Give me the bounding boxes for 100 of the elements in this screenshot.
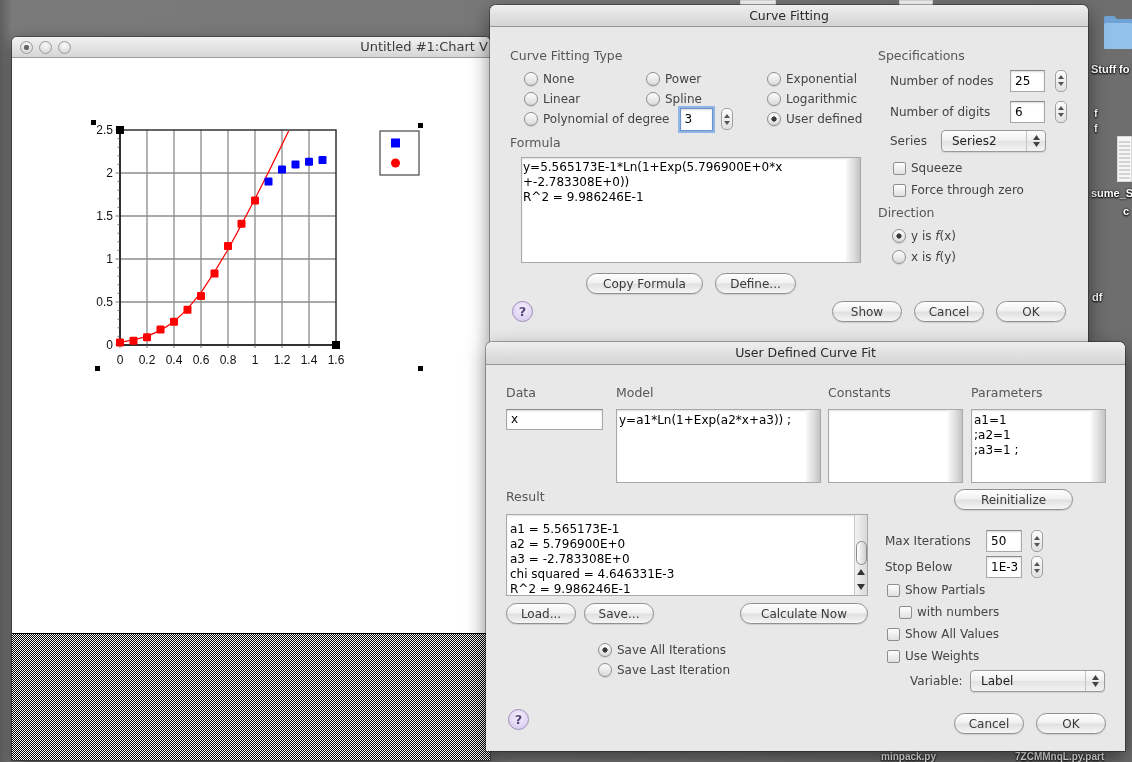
checkbox-label[interactable]: with numbers: [917, 604, 1000, 620]
radio-button[interactable]: [767, 112, 781, 126]
radio-button[interactable]: [524, 92, 538, 106]
checkbox[interactable]: [887, 583, 900, 597]
radio-button[interactable]: [767, 72, 781, 86]
checkbox-label[interactable]: Show All Values: [905, 626, 1000, 642]
help-button[interactable]: ?: [508, 709, 529, 730]
formula-field[interactable]: y=5.565173E-1*Ln(1+Exp(5.796900E+0*x +-2.783308E+0)) R^2 = 9.986246E-1: [521, 157, 861, 263]
radio-label[interactable]: Polynomial of degree: [543, 111, 670, 127]
radio-button[interactable]: [767, 92, 781, 106]
scrollbar[interactable]: [806, 410, 820, 482]
series-dropdown[interactable]: Series2: [941, 129, 1046, 152]
radio-label[interactable]: Save All Iterations: [617, 642, 727, 658]
radio-label[interactable]: Save Last Iteration: [617, 662, 730, 678]
radio-button[interactable]: [892, 250, 906, 264]
radio-button[interactable]: [524, 72, 538, 86]
handle-icon[interactable]: [332, 341, 340, 349]
number-field[interactable]: 25: [1010, 69, 1045, 92]
checkbox[interactable]: [893, 161, 906, 175]
stepper[interactable]: [1055, 69, 1067, 92]
radio-button[interactable]: [892, 229, 906, 243]
up-arrow-icon[interactable]: [723, 113, 730, 118]
file-label[interactable]: sume_S: [1091, 187, 1132, 200]
number-field[interactable]: 6: [1010, 100, 1045, 123]
down-arrow-icon[interactable]: [1058, 82, 1064, 86]
radio-button[interactable]: [646, 72, 660, 86]
down-arrow-icon[interactable]: [1034, 542, 1040, 547]
cancel-button[interactable]: Cancel: [954, 713, 1024, 734]
radio-button[interactable]: [598, 643, 612, 657]
down-arrow-icon[interactable]: [1034, 568, 1040, 573]
up-arrow-icon[interactable]: [1034, 535, 1040, 540]
help-button[interactable]: ?: [512, 301, 533, 322]
stepper[interactable]: [720, 108, 733, 130]
scroll-up-icon[interactable]: [857, 569, 865, 575]
handle-icon[interactable]: [91, 120, 96, 125]
handle-icon[interactable]: [116, 126, 124, 134]
up-arrow-icon[interactable]: [1034, 561, 1040, 566]
parameters-field[interactable]: a1=1 ;a2=1 ;a3=1 ;: [971, 409, 1106, 483]
checkbox[interactable]: [893, 183, 906, 197]
model-field[interactable]: y=a1*Ln(1+Exp(a2*x+a3)) ;: [616, 409, 821, 483]
minimize-button[interactable]: [39, 40, 52, 54]
file-label[interactable]: 7ZCMMnqL.py.part: [1015, 751, 1105, 762]
constants-field[interactable]: [828, 409, 963, 483]
handle-icon[interactable]: [418, 123, 423, 128]
file-label[interactable]: f: [1094, 122, 1098, 135]
number-field[interactable]: 50: [986, 530, 1022, 552]
handle-icon[interactable]: [418, 366, 423, 371]
file-label[interactable]: f: [1094, 107, 1098, 120]
radio-label[interactable]: y is f(x): [911, 228, 957, 244]
define-button[interactable]: Define...: [715, 273, 796, 294]
stepper[interactable]: [1055, 100, 1067, 123]
up-arrow-icon[interactable]: [1058, 106, 1064, 110]
file-label[interactable]: df: [1092, 291, 1103, 304]
radio-button[interactable]: [598, 663, 612, 677]
reinitialize-button[interactable]: Reinitialize: [954, 489, 1073, 510]
stepper[interactable]: [1031, 530, 1043, 552]
checkbox-label[interactable]: Force through zero: [911, 182, 1024, 198]
zoom-button[interactable]: [58, 40, 71, 54]
radio-label[interactable]: Power: [665, 71, 702, 87]
scrollbar[interactable]: [1091, 410, 1105, 482]
ok-button[interactable]: OK: [996, 301, 1066, 322]
radio-label[interactable]: Logarithmic: [786, 91, 857, 107]
checkbox[interactable]: [887, 627, 900, 641]
folder-icon[interactable]: [1104, 15, 1132, 49]
show-button[interactable]: Show: [832, 301, 902, 322]
radio-label[interactable]: x is f(y): [911, 249, 957, 265]
close-button[interactable]: [20, 40, 33, 54]
down-arrow-icon[interactable]: [723, 120, 730, 125]
degree-field[interactable]: 3: [679, 107, 713, 131]
scrollbar[interactable]: [846, 158, 860, 262]
handle-icon[interactable]: [95, 366, 100, 371]
ok-button[interactable]: OK: [1036, 713, 1106, 734]
radio-label[interactable]: Linear: [543, 91, 581, 107]
scroll-down-icon[interactable]: [857, 584, 865, 590]
number-field[interactable]: 1E-3: [986, 556, 1022, 578]
checkbox[interactable]: [899, 605, 912, 619]
cancel-button[interactable]: Cancel: [914, 301, 984, 322]
up-arrow-icon[interactable]: [1058, 75, 1064, 79]
file-label[interactable]: c: [1123, 205, 1130, 218]
radio-label[interactable]: User defined: [786, 111, 863, 127]
radio-label[interactable]: Exponential: [786, 71, 857, 87]
data-field[interactable]: x: [506, 409, 603, 430]
scrollbar[interactable]: [948, 410, 962, 482]
copy-formula-button[interactable]: Copy Formula: [586, 273, 703, 294]
result-field[interactable]: a1 = 5.565173E-1 a2 = 5.796900E+0 a3 = -2.783308E+0 chi squared = 4.646331E-3 R^2 = 9.986246E-1: [506, 514, 868, 596]
file-label[interactable]: Stuff fo: [1091, 63, 1130, 76]
checkbox[interactable]: [887, 649, 900, 663]
scroll-thumb[interactable]: [855, 541, 867, 565]
checkbox-label[interactable]: Use Weights: [905, 648, 980, 664]
radio-label[interactable]: None: [543, 71, 575, 87]
scrollbar[interactable]: [854, 515, 867, 595]
down-arrow-icon[interactable]: [1058, 113, 1064, 117]
radio-button[interactable]: [646, 92, 660, 106]
checkbox-label[interactable]: Squeeze: [911, 160, 963, 176]
variable-dropdown[interactable]: Label: [970, 670, 1105, 692]
stepper[interactable]: [1031, 556, 1043, 578]
checkbox-label[interactable]: Show Partials: [905, 582, 986, 598]
save-button[interactable]: Save...: [584, 603, 654, 624]
load-button[interactable]: Load...: [506, 603, 576, 624]
radio-button[interactable]: [524, 112, 538, 126]
